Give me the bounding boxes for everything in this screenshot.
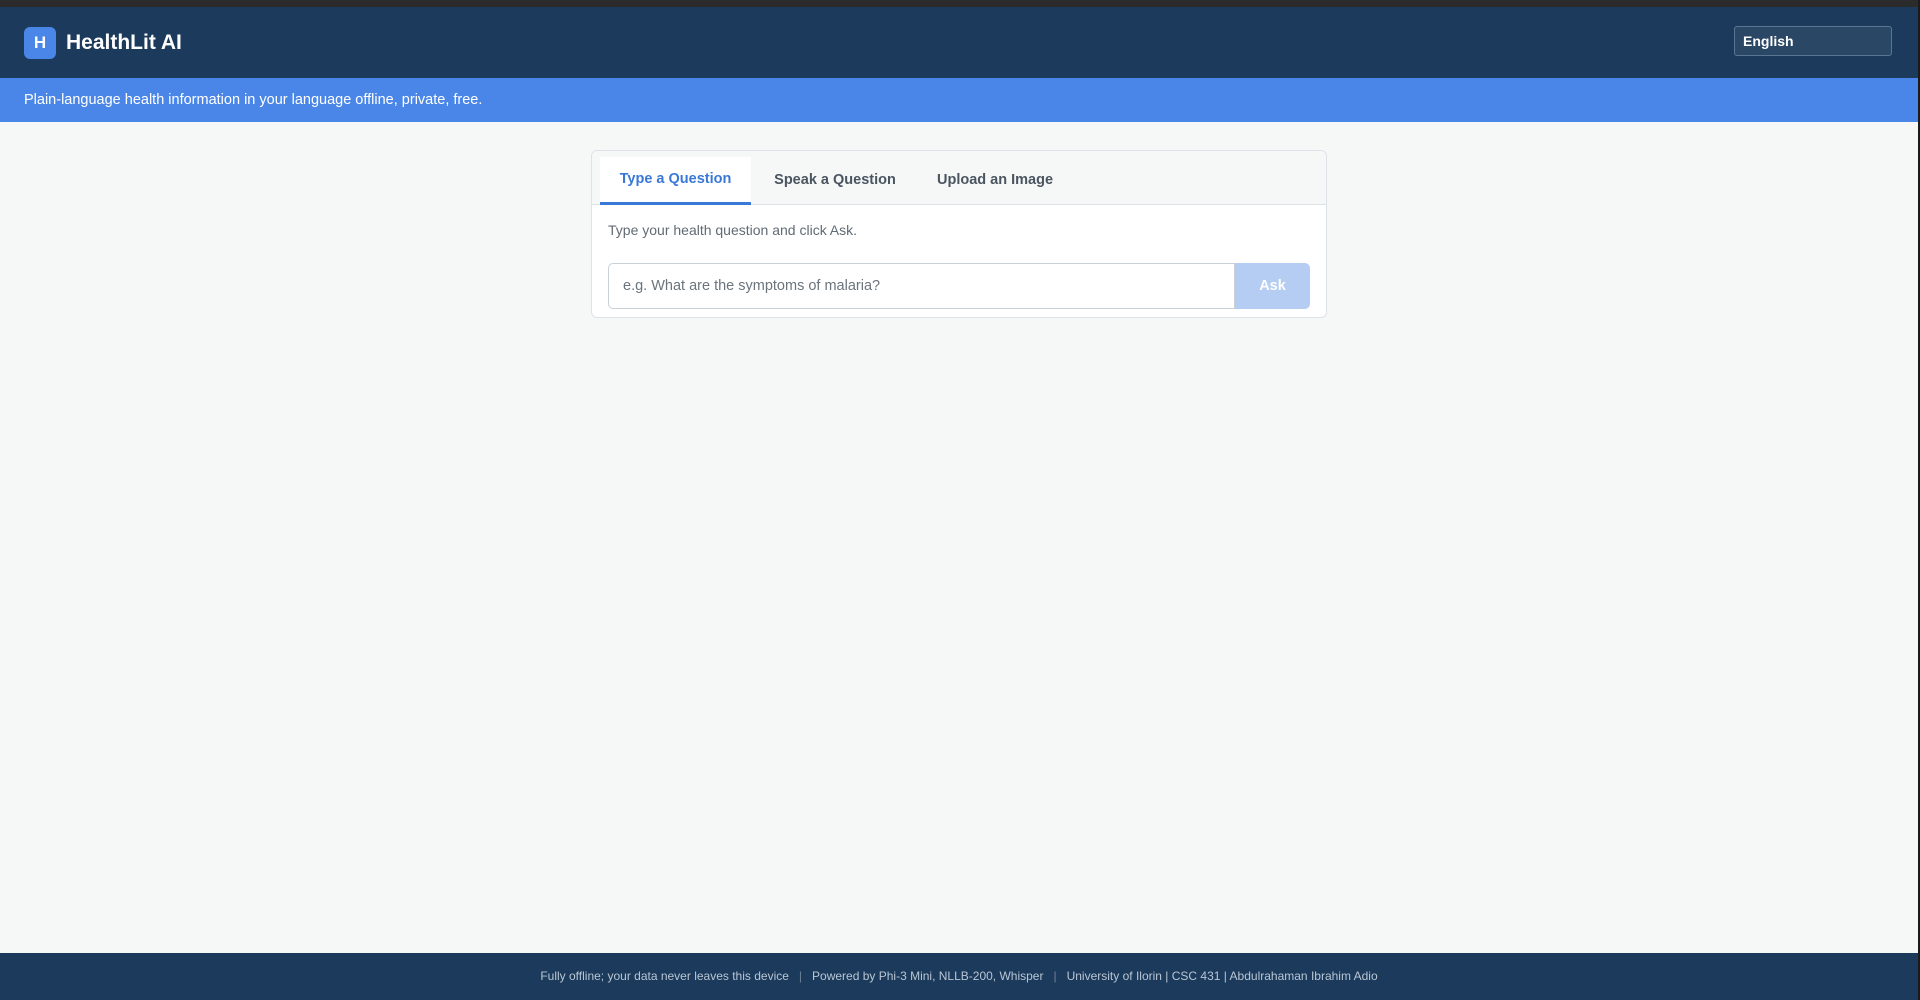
tab-type-question[interactable]: Type a Question: [600, 157, 751, 205]
ask-card: Type a Question Speak a Question Upload …: [591, 150, 1327, 318]
footer-credits: University of Ilorin | CSC 431 | Abdulra…: [1066, 969, 1378, 983]
app-window: H HealthLit AI English Plain-language he…: [0, 7, 1918, 1000]
top-header: H HealthLit AI English: [0, 7, 1918, 78]
ask-button[interactable]: Ask: [1235, 263, 1310, 309]
tab-speak-question[interactable]: Speak a Question: [760, 157, 910, 204]
input-mode-tabs: Type a Question Speak a Question Upload …: [592, 151, 1326, 205]
footer-separator: |: [798, 969, 803, 983]
app-logo-icon: H: [24, 27, 56, 59]
footer-powered-by: Powered by Phi-3 Mini, NLLB-200, Whisper: [812, 969, 1044, 983]
tab-upload-image[interactable]: Upload an Image: [920, 157, 1070, 204]
tagline-banner: Plain-language health information in you…: [0, 78, 1918, 122]
footer-separator: |: [1053, 969, 1057, 983]
question-row: Ask: [608, 263, 1310, 309]
question-input[interactable]: [608, 263, 1235, 309]
footer-offline-note: Fully offline; your data never leaves th…: [540, 969, 789, 983]
app-title: HealthLit AI: [66, 31, 182, 54]
ask-hint: Type your health question and click Ask.: [608, 222, 858, 238]
language-select[interactable]: English: [1734, 26, 1892, 56]
footer: Fully offline; your data never leaves th…: [0, 953, 1918, 1000]
tagline-text: Plain-language health information in you…: [24, 92, 483, 108]
